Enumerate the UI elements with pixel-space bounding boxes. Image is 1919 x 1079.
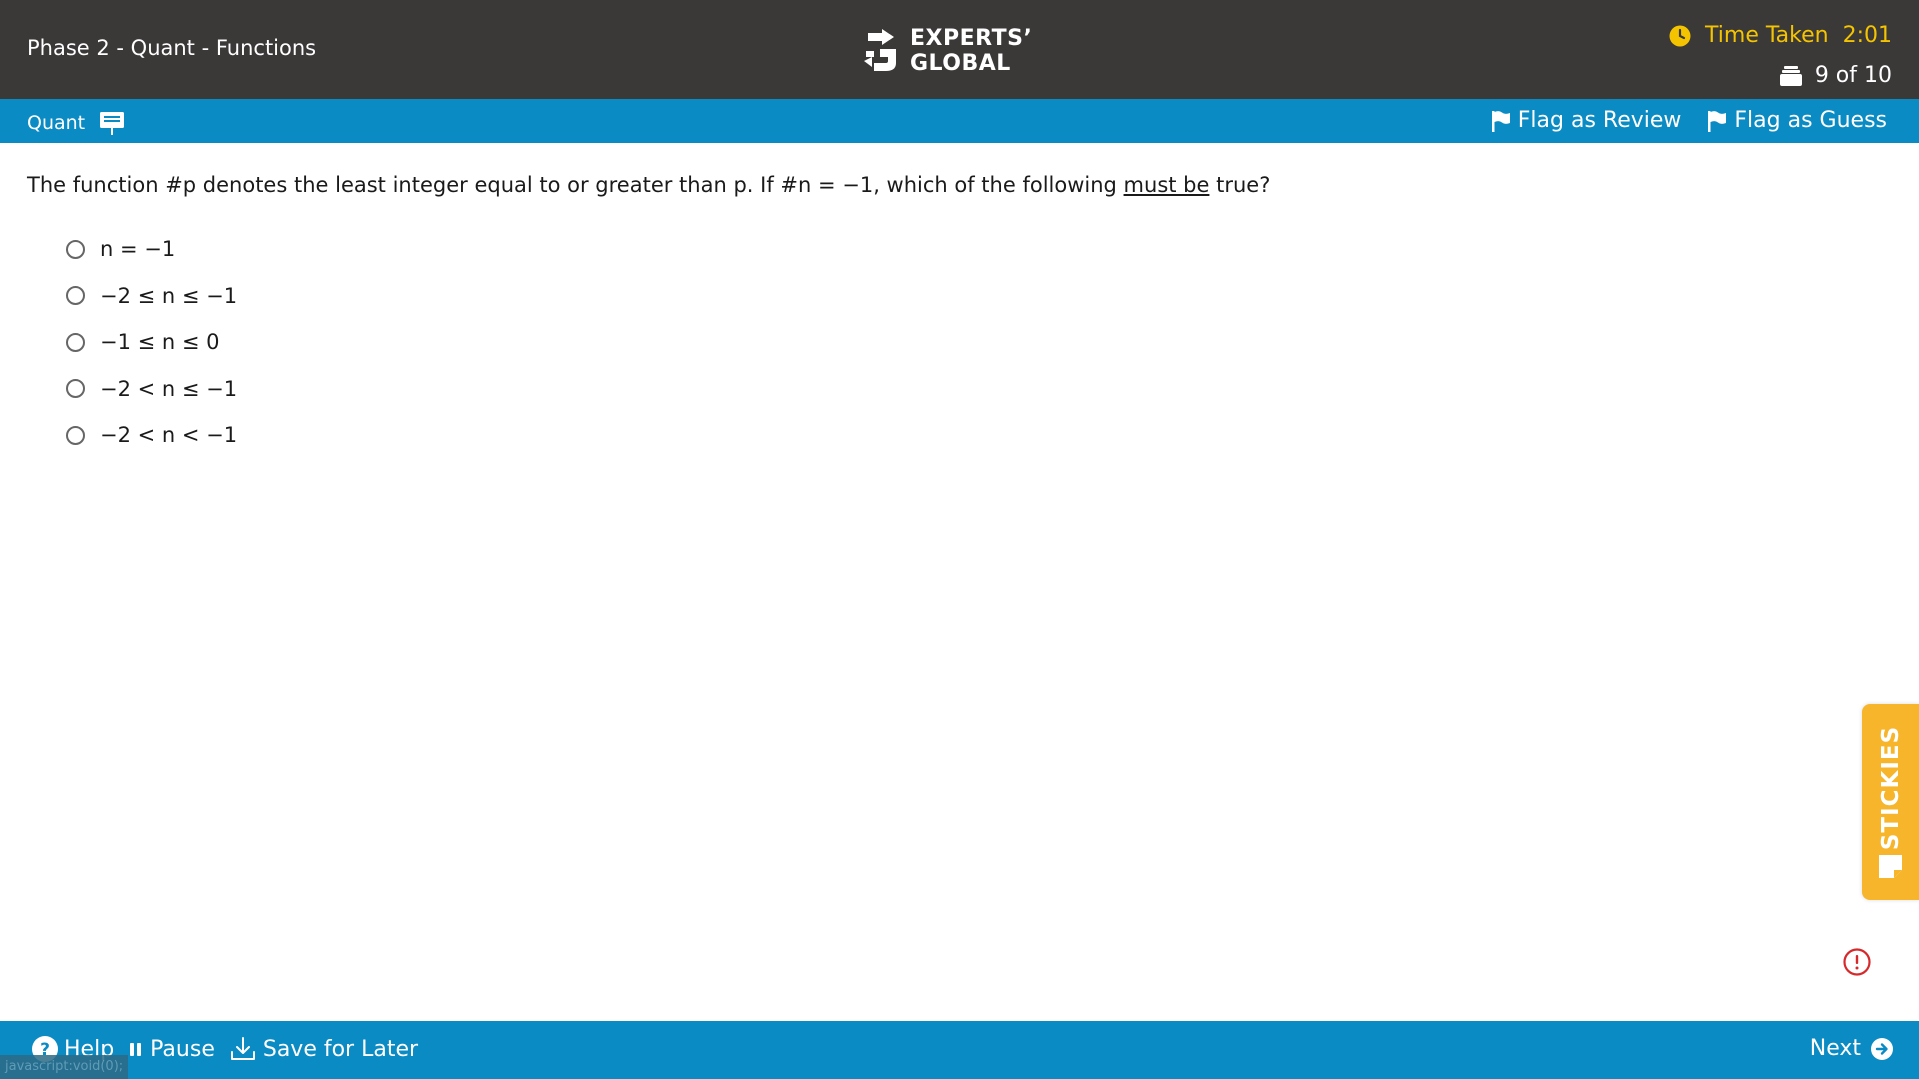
logo-text-line1: EXPERTS’ xyxy=(910,26,1033,51)
answer-option-b[interactable]: −2 ≤ n ≤ −1 xyxy=(66,273,237,320)
radio-button[interactable] xyxy=(66,425,85,445)
radio-button[interactable] xyxy=(66,239,85,259)
answer-option-d[interactable]: −2 < n ≤ −1 xyxy=(66,366,237,413)
question-stack-icon xyxy=(1779,65,1802,86)
section-name: Quant xyxy=(27,110,125,136)
radio-button[interactable] xyxy=(66,332,85,352)
answer-option-label: −2 < n ≤ −1 xyxy=(100,376,238,401)
question-emphasis: must be xyxy=(1123,173,1210,197)
answer-option-e[interactable]: −2 < n < −1 xyxy=(66,412,237,459)
time-taken: Time Taken 2:01 xyxy=(1669,23,1892,48)
top-header: Phase 2 - Quant - Functions EXPERTS’ GLO… xyxy=(0,0,1919,99)
answer-option-a[interactable]: n = −1 xyxy=(66,226,237,273)
flag-as-guess-button[interactable]: Flag as Guess xyxy=(1707,108,1887,133)
test-title: Phase 2 - Quant - Functions xyxy=(27,36,317,60)
whiteboard-icon[interactable] xyxy=(99,110,125,136)
answer-option-c[interactable]: −1 ≤ n ≤ 0 xyxy=(66,319,237,366)
report-error-icon[interactable] xyxy=(1843,948,1871,976)
radio-button[interactable] xyxy=(66,379,85,399)
answer-options: n = −1 −2 ≤ n ≤ −1 −1 ≤ n ≤ 0 −2 < n ≤ −… xyxy=(66,226,237,459)
question-progress: 9 of 10 xyxy=(1779,63,1892,88)
flag-icon xyxy=(1491,110,1510,132)
answer-option-label: n = −1 xyxy=(100,237,176,262)
timer-label: Time Taken xyxy=(1705,23,1829,48)
stickies-tab[interactable]: STICKIES xyxy=(1862,704,1919,900)
logo-text-line2: GLOBAL xyxy=(910,51,1011,76)
answer-option-label: −1 ≤ n ≤ 0 xyxy=(100,330,220,355)
question-stem: The function #p denotes the least intege… xyxy=(27,173,1270,197)
flag-as-review-label: Flag as Review xyxy=(1517,108,1682,133)
radio-button[interactable] xyxy=(66,286,85,306)
timer-value: 2:01 xyxy=(1842,23,1892,48)
pause-button[interactable]: Pause xyxy=(128,1037,215,1062)
next-button[interactable]: Next xyxy=(1810,1036,1893,1061)
question-text-after: true? xyxy=(1209,173,1271,197)
browser-status-text: javascript:void(0); xyxy=(0,1055,128,1079)
question-text-before: The function #p denotes the least intege… xyxy=(27,173,1124,197)
progress-text: 9 of 10 xyxy=(1814,63,1892,88)
section-label: Quant xyxy=(27,112,86,134)
save-for-later-button[interactable]: Save for Later xyxy=(229,1036,418,1062)
next-label: Next xyxy=(1809,1036,1861,1061)
answer-option-label: −2 < n < −1 xyxy=(100,423,238,448)
flag-icon xyxy=(1708,110,1727,132)
arrow-right-circle-icon xyxy=(1871,1037,1893,1060)
logo-mark-icon xyxy=(864,29,896,71)
answer-option-label: −2 ≤ n ≤ −1 xyxy=(100,283,238,308)
stickies-label: STICKIES xyxy=(1877,725,1904,851)
pause-label: Pause xyxy=(150,1036,215,1062)
sticky-note-icon xyxy=(1879,855,1902,878)
bottom-bar: ? Help Pause Save for Later Next xyxy=(0,1021,1919,1079)
flag-as-guess-label: Flag as Guess xyxy=(1734,108,1887,133)
flag-as-review-button[interactable]: Flag as Review xyxy=(1491,108,1682,133)
experts-global-logo: EXPERTS’ GLOBAL xyxy=(862,26,1032,76)
clock-icon xyxy=(1669,25,1691,46)
pause-icon xyxy=(130,1043,142,1056)
save-for-later-label: Save for Later xyxy=(262,1036,419,1062)
section-bar: Quant Flag as Review Flag as Guess xyxy=(0,99,1919,143)
download-icon xyxy=(230,1037,255,1060)
